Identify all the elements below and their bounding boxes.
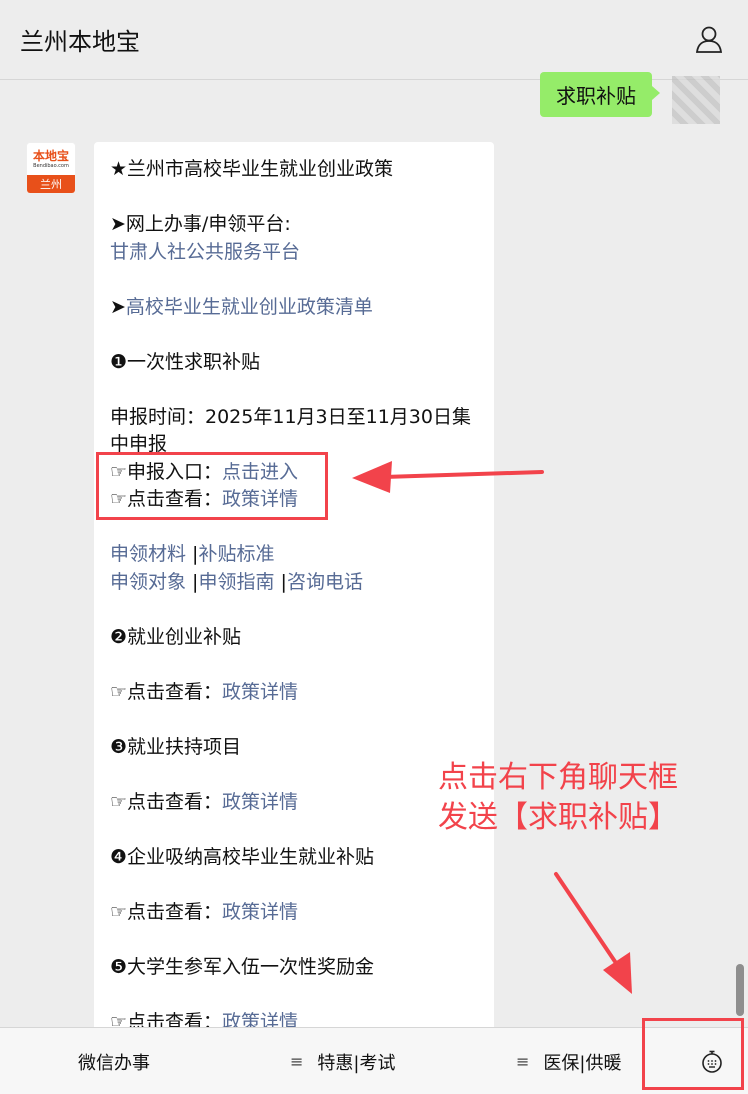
platform-label: ➤网上办事/申领平台: <box>110 213 291 235</box>
menu-item-insurance-heating[interactable]: ≡ 医保|供暖 <box>516 1028 621 1094</box>
menu-item-wechat-services[interactable]: 微信办事 <box>78 1028 150 1094</box>
section5-title: ❺大学生参军入伍一次性奖励金 <box>110 955 375 978</box>
account-avatar[interactable]: 本地宝 Bendibao.com 兰州 <box>26 142 76 194</box>
section3-view-label: ☞点击查看： <box>110 790 223 813</box>
account-domain-text: Bendibao.com <box>33 162 69 169</box>
sent-message: 求职补贴 <box>540 72 660 117</box>
account-logo-text: 本地宝 <box>32 148 69 163</box>
menu-item-label: 特惠|考试 <box>317 1052 396 1074</box>
section3-title: ❸就业扶持项目 <box>110 735 242 758</box>
section1-time: 申报时间：2025年11月3日至11月30日集中申报 <box>110 405 471 456</box>
menu-item-deals-exams[interactable]: ≡ 特惠|考试 <box>290 1028 395 1094</box>
menu-list-icon: ≡ <box>290 1052 304 1071</box>
policy-list-link[interactable]: 高校毕业生就业创业政策清单 <box>126 296 373 318</box>
section4-title: ❹企业吸纳高校毕业生就业补贴 <box>110 845 375 868</box>
sent-message-bubble[interactable]: 求职补贴 <box>540 72 660 117</box>
annotation-text: 点击右下角聊天框 发送【求职补贴】 <box>438 758 678 838</box>
menu-item-label: 医保|供暖 <box>543 1052 622 1074</box>
section4-view-link[interactable]: 政策详情 <box>222 901 298 923</box>
chat-header: 兰州本地宝 <box>0 0 748 80</box>
policy-title: ★兰州市高校毕业生就业创业政策 <box>110 158 394 180</box>
annotation-line-1: 点击右下角聊天框 <box>438 760 678 795</box>
platform-link[interactable]: 甘肃人社公共服务平台 <box>110 239 478 267</box>
link-materials[interactable]: 申领材料 <box>110 543 186 565</box>
section2-view-link[interactable]: 政策详情 <box>222 681 298 703</box>
user-avatar[interactable] <box>672 76 720 124</box>
keyboard-highlight-box <box>642 1018 744 1090</box>
person-icon[interactable] <box>694 24 724 54</box>
section3-view-link[interactable]: 政策详情 <box>222 791 298 813</box>
menu-list-icon: ≡ <box>516 1052 530 1071</box>
section4-view-label: ☞点击查看： <box>110 900 223 923</box>
chat-title: 兰州本地宝 <box>20 28 140 56</box>
link-guide[interactable]: 申领指南 <box>198 571 274 593</box>
separator: | <box>186 570 199 593</box>
account-city-text: 兰州 <box>27 175 75 193</box>
list-arrow: ➤ <box>110 295 126 318</box>
link-target[interactable]: 申领对象 <box>110 571 186 593</box>
section1-title: ❶一次性求职补贴 <box>110 350 261 373</box>
link-phone[interactable]: 咨询电话 <box>287 571 363 593</box>
received-message-bubble: ★兰州市高校毕业生就业创业政策 ➤网上办事/申领平台: 甘肃人社公共服务平台 ➤… <box>94 142 494 1042</box>
arrow-to-keyboard-icon <box>554 872 632 994</box>
link-standard[interactable]: 补贴标准 <box>198 543 274 565</box>
section2-view-label: ☞点击查看： <box>110 680 223 703</box>
scrollbar-thumb[interactable] <box>736 964 744 1016</box>
annotation-line-2: 发送【求职补贴】 <box>438 800 678 835</box>
section2-title: ❷就业创业补贴 <box>110 625 242 648</box>
separator: | <box>274 570 287 593</box>
bottom-menu-bar: 微信办事 ≡ 特惠|考试 ≡ 医保|供暖 <box>0 1027 748 1094</box>
separator: | <box>186 543 199 565</box>
menu-item-label: 微信办事 <box>78 1052 150 1074</box>
entry-highlight-box <box>96 452 328 520</box>
